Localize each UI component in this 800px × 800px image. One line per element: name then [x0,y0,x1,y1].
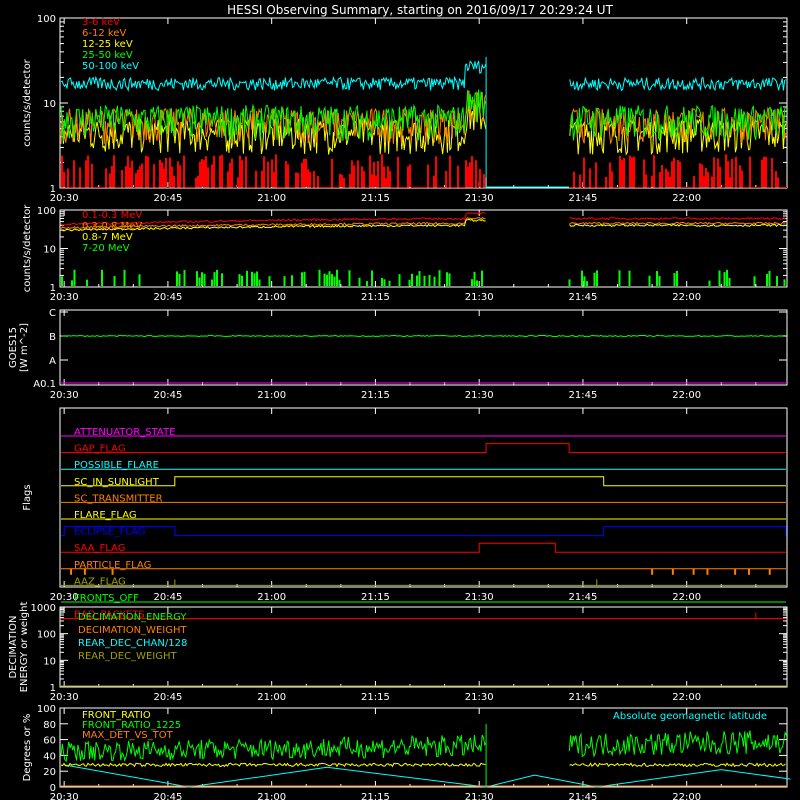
x-tick-label: 21:00 [257,592,286,603]
y-tick-label: 10 [43,656,56,667]
x-tick-label: 21:00 [257,193,286,204]
y-tick-label: 40 [43,751,56,762]
x-tick-label: 20:45 [153,292,182,303]
legend-entry: MAX_DET_VS_TOT [82,730,174,741]
x-tick-label: 21:45 [569,792,598,800]
y-tick-label: 80 [43,720,56,731]
y-tick-label: 60 [43,736,56,747]
x-tick-label: 21:30 [465,193,494,204]
x-tick-label: 21:30 [465,792,494,800]
y-axis-label: Flags [22,484,33,510]
y-tick-label: 100 [37,704,56,715]
x-tick-label: 21:00 [257,692,286,703]
x-tick-label: 21:45 [569,292,598,303]
y-axis-label: counts/s/detector [22,204,33,292]
y-tick-label: B [49,332,56,343]
x-tick-label: 22:00 [672,692,701,703]
y-tick-label: 10 [43,99,56,110]
legend-entry: 6-12 keV [82,28,126,39]
x-tick-label: 21:15 [361,390,390,401]
y-tick-label: 20 [43,767,56,778]
y-axis-label-2: ENERGY or weight [19,602,30,693]
x-tick-label: 21:15 [361,292,390,303]
y-axis-label: GOES15 [8,327,19,368]
y-tick-label: 1000 [31,603,56,614]
y-tick-label: 1 [50,283,56,294]
x-tick-label: 21:45 [569,193,598,204]
x-tick-label: 21:15 [361,193,390,204]
y-axis-label: Degrees or % [22,714,33,782]
legend-entry: 7-20 MeV [82,243,130,254]
legend-entry: 3-6 keV [82,17,120,28]
legend-entry: 50-100 keV [82,61,139,72]
x-tick-label: 20:45 [153,792,182,800]
x-tick-label: 20:45 [153,390,182,401]
chart-title: HESSI Observing Summary, starting on 201… [227,3,613,17]
x-tick-label: 22:00 [672,193,701,204]
y-tick-label: 100 [37,206,56,217]
x-tick-label: 20:30 [50,390,79,401]
x-tick-label: 21:30 [465,592,494,603]
x-tick-label: 20:45 [153,193,182,204]
y-tick-label: A [49,356,56,367]
y-tick-label: 1 [50,683,56,694]
y-tick-label: 10 [43,245,56,256]
x-tick-label: 21:45 [569,692,598,703]
y-axis-label-2: [W m^-2] [19,323,30,372]
annotation-geomagnetic-latitude: Absolute geomagnetic latitude [613,711,767,722]
y-tick-label: C [49,308,56,319]
y-axis-label: DECIMATION [8,615,19,678]
legend-entry: 12-25 keV [82,39,133,50]
x-tick-label: 20:45 [153,692,182,703]
legend-entry: REAR_DEC_WEIGHT [78,651,177,662]
legend-entry: DECIMATION_ENERGY [78,612,187,623]
legend-entry: 0.8-7 MeV [82,232,133,243]
y-tick-label: 100 [37,630,56,641]
hessi-summary-chart: HESSI Observing Summary, starting on 201… [0,0,800,800]
x-tick-label: 21:15 [361,592,390,603]
legend-entry: 0.1-0.3 MeV [82,210,142,221]
legend-entry: 0.3-0.8 MeV [82,221,142,232]
x-tick-label: 21:30 [465,292,494,303]
x-tick-label: 21:45 [569,592,598,603]
x-tick-label: 22:00 [672,292,701,303]
x-tick-label: 22:00 [672,792,701,800]
x-tick-label: 20:45 [153,592,182,603]
y-tick-label: 0 [50,783,56,794]
x-tick-label: 21:00 [257,792,286,800]
x-tick-label: 22:00 [672,390,701,401]
y-axis-label: counts/s/detector [22,58,33,146]
x-tick-label: 21:30 [465,692,494,703]
x-tick-label: 21:45 [569,390,598,401]
legend-entry: DECIMATION_WEIGHT [78,625,187,636]
y-tick-label: 100 [37,14,56,25]
y-tick-label: A0.1 [33,379,56,390]
legend-entry: 25-50 keV [82,50,133,61]
x-tick-label: 21:30 [465,390,494,401]
legend-entry: REAR_DEC_CHAN/128 [78,638,187,649]
y-tick-label: 1 [50,184,56,195]
x-tick-label: 21:00 [257,390,286,401]
flag-label: ECLIPSE_FLAG [74,527,145,538]
x-tick-label: 21:00 [257,292,286,303]
x-tick-label: 21:15 [361,792,390,800]
x-tick-label: 22:00 [672,592,701,603]
x-tick-label: 21:15 [361,692,390,703]
